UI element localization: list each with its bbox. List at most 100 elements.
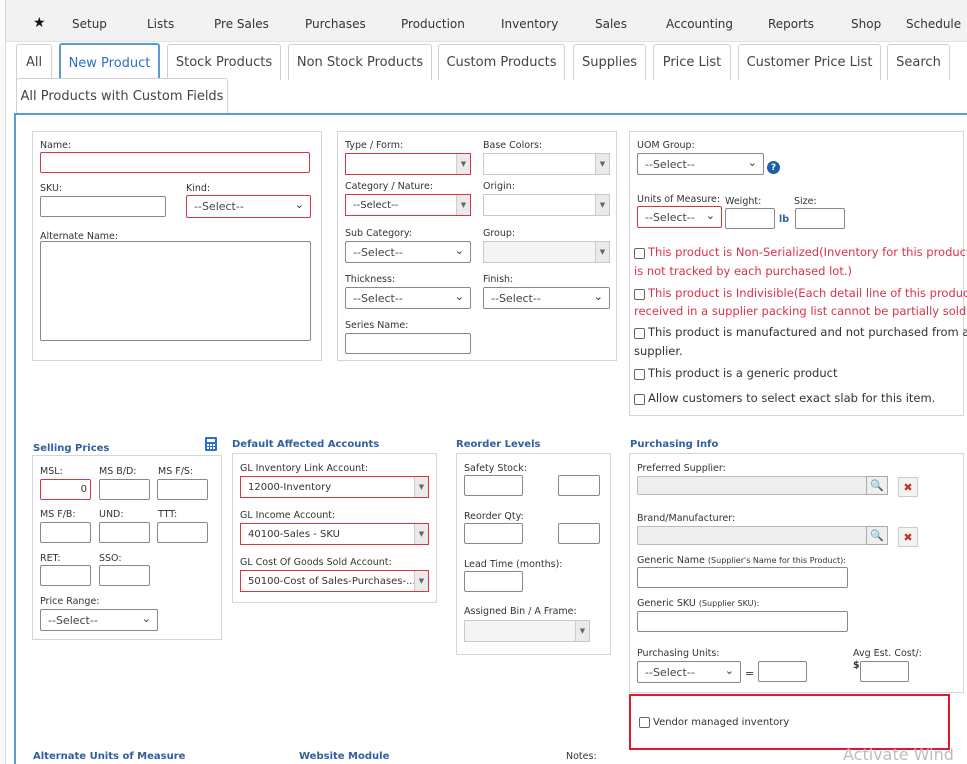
indivisible-checkbox[interactable] <box>634 289 645 300</box>
reorder-qty-input[interactable] <box>464 523 523 544</box>
size-label: Size: <box>794 196 817 207</box>
finish-select[interactable]: --Select-- ⌄ <box>483 287 610 309</box>
ret-label: RET: <box>40 553 61 564</box>
msl-input[interactable]: 0 <box>40 479 91 500</box>
menu-inventory[interactable]: Inventory <box>501 17 558 31</box>
uom-group-select[interactable]: --Select-- ⌄ <box>637 153 764 175</box>
generic-product-checkbox[interactable] <box>634 369 645 380</box>
help-icon[interactable]: ? <box>767 161 780 174</box>
lead-time-input[interactable] <box>464 571 523 592</box>
tab-stock-products[interactable]: Stock Products <box>167 44 281 80</box>
sso-input[interactable] <box>99 565 150 586</box>
dropdown-arrow-icon: ▼ <box>414 477 428 497</box>
tab-all[interactable]: All <box>16 44 52 80</box>
tab-supplies[interactable]: Supplies <box>573 44 646 80</box>
kind-select[interactable]: --Select-- ⌄ <box>186 195 311 218</box>
menu-lists[interactable]: Lists <box>147 17 174 31</box>
vendor-managed-checkbox[interactable] <box>639 717 650 728</box>
units-of-measure-select[interactable]: --Select-- ⌄ <box>637 206 722 228</box>
ms-bd-label: MS B/D: <box>99 466 137 477</box>
sku-input[interactable] <box>40 196 166 217</box>
menu-reports[interactable]: Reports <box>768 17 814 31</box>
units-of-measure-select-value: --Select-- <box>645 210 695 224</box>
search-icon[interactable]: 🔍 <box>866 526 888 545</box>
ret-input[interactable] <box>40 565 91 586</box>
sub-category-select[interactable]: --Select-- ⌄ <box>345 241 471 263</box>
reorder-qty-secondary-input[interactable] <box>558 523 600 544</box>
menu-production[interactable]: Production <box>401 17 465 31</box>
chevron-down-icon: ⌄ <box>724 664 734 677</box>
tab-price-list[interactable]: Price List <box>653 44 731 80</box>
assigned-bin-select[interactable]: ▼ <box>464 620 590 642</box>
ms-fb-input[interactable] <box>40 522 91 543</box>
gl-income-select[interactable]: 40100-Sales - SKU ▼ <box>240 523 429 545</box>
tab-search[interactable]: Search <box>887 44 950 80</box>
tab-all-products-custom-fields[interactable]: All Products with Custom Fields <box>16 78 228 114</box>
size-input[interactable] <box>795 208 845 229</box>
reorder-levels-title: Reorder Levels <box>456 439 541 450</box>
menu-shop[interactable]: Shop <box>851 17 881 31</box>
origin-select[interactable]: ▼ <box>483 194 610 216</box>
non-serialized-checkbox[interactable] <box>634 248 645 259</box>
ms-fs-input[interactable] <box>157 479 208 500</box>
generic-sku-input[interactable] <box>637 611 848 632</box>
units-of-measure-label: Units of Measure: <box>637 194 721 205</box>
tab-custom-products[interactable]: Custom Products <box>438 44 565 80</box>
chevron-down-icon: ⌄ <box>593 290 603 303</box>
calculator-icon[interactable] <box>205 437 217 451</box>
favorites-star-icon[interactable]: ★ <box>33 15 46 31</box>
msl-label: MSL: <box>40 466 63 477</box>
manufactured-checkbox[interactable] <box>634 328 645 339</box>
sub-category-select-value: --Select-- <box>353 245 403 259</box>
search-icon[interactable]: 🔍 <box>866 476 888 495</box>
group-select[interactable]: ▼ <box>483 241 610 263</box>
base-colors-select[interactable]: ▼ <box>483 153 610 175</box>
ms-fs-label: MS F/S: <box>158 466 194 477</box>
safety-stock-input[interactable] <box>464 475 523 496</box>
price-range-select[interactable]: --Select-- ⌄ <box>40 609 158 631</box>
series-name-input[interactable] <box>345 333 471 354</box>
dropdown-arrow-icon: ▼ <box>456 154 470 174</box>
generic-sku-label-text: Generic SKU <box>637 598 696 609</box>
und-input[interactable] <box>99 522 150 543</box>
ms-bd-input[interactable] <box>99 479 150 500</box>
reorder-qty-label: Reorder Qty: <box>464 511 524 522</box>
safety-stock-secondary-input[interactable] <box>558 475 600 496</box>
brand-input[interactable] <box>637 526 867 545</box>
menu-sales[interactable]: Sales <box>595 17 627 31</box>
avg-cost-input[interactable] <box>860 661 909 682</box>
gl-inventory-select[interactable]: 12000-Inventory ▼ <box>240 476 429 498</box>
gl-cogs-select[interactable]: 50100-Cost of Sales-Purchases-... ▼ <box>240 570 429 592</box>
price-range-label: Price Range: <box>40 596 100 607</box>
thickness-select[interactable]: --Select-- ⌄ <box>345 287 471 309</box>
tab-non-stock-products[interactable]: Non Stock Products <box>288 44 432 80</box>
menu-purchases[interactable]: Purchases <box>305 17 366 31</box>
tab-new-product[interactable]: New Product <box>59 43 160 81</box>
close-icon[interactable]: ✖ <box>898 477 918 497</box>
sso-label: SSO: <box>99 553 122 564</box>
generic-name-hint: (Supplier's Name for this Product): <box>707 556 846 565</box>
name-input[interactable] <box>40 152 310 173</box>
category-select[interactable]: --Select-- ▼ <box>345 194 471 216</box>
preferred-supplier-input[interactable] <box>637 476 867 495</box>
exact-slab-checkbox[interactable] <box>634 394 645 405</box>
ms-fb-label: MS F/B: <box>40 509 76 520</box>
menu-setup[interactable]: Setup <box>72 17 107 31</box>
purchasing-units-select[interactable]: --Select-- ⌄ <box>637 661 741 683</box>
menu-pre-sales[interactable]: Pre Sales <box>214 17 269 31</box>
close-icon[interactable]: ✖ <box>898 527 918 547</box>
ttt-input[interactable] <box>157 522 208 543</box>
purchasing-units-qty-input[interactable] <box>758 661 807 682</box>
equals-sign: = <box>745 667 755 680</box>
dropdown-arrow-icon: ▼ <box>595 154 609 174</box>
generic-name-input[interactable] <box>637 567 848 588</box>
menu-accounting[interactable]: Accounting <box>666 17 733 31</box>
main-menu-bar: ★ Setup Lists Pre Sales Purchases Produc… <box>6 0 967 42</box>
generic-name-label: Generic Name (Supplier's Name for this P… <box>637 555 846 566</box>
thickness-label: Thickness: <box>345 274 396 285</box>
weight-input[interactable] <box>725 208 775 229</box>
type-form-select[interactable]: ▼ <box>345 153 471 175</box>
alternate-name-textarea[interactable] <box>40 241 311 341</box>
tab-customer-price-list[interactable]: Customer Price List <box>738 44 881 80</box>
menu-schedule[interactable]: Schedule <box>906 17 961 31</box>
